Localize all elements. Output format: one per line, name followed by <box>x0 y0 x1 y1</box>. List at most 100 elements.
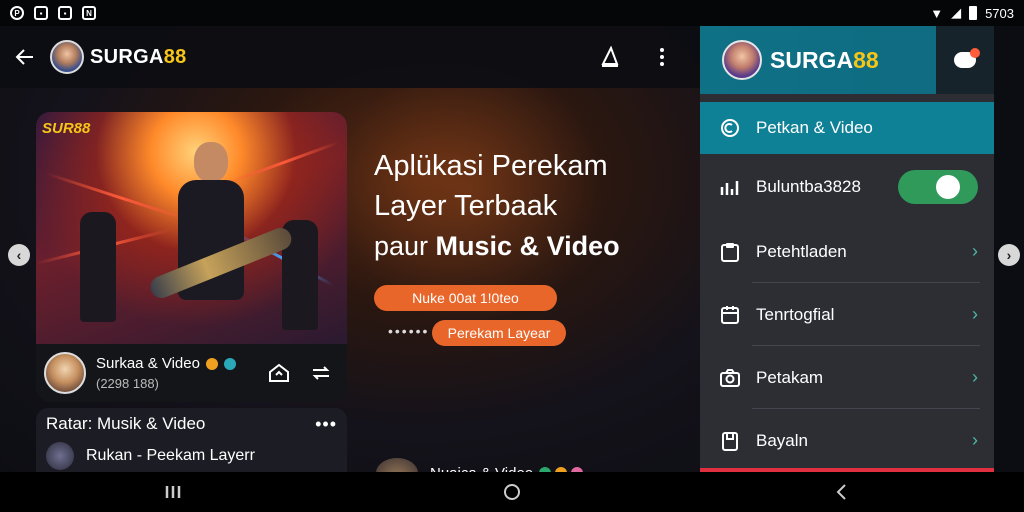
chevron-right-icon: › <box>972 304 978 324</box>
headline-bold: Music & Video <box>435 231 620 261</box>
list-item-label: Rukan - Peekam Layerr <box>86 447 255 464</box>
calendar-icon <box>718 303 742 327</box>
home-button[interactable] <box>502 482 522 502</box>
brand-title: SURGA88 <box>90 46 187 69</box>
repeat-icon <box>312 366 330 380</box>
side-panel-avatar <box>722 40 762 80</box>
document-icon <box>718 429 742 453</box>
guitarist-head <box>194 142 228 182</box>
secondary-chip-button[interactable]: Perekam Layear <box>432 320 566 346</box>
sidebar-item-label: Petakam <box>756 367 824 387</box>
headline-line-3: paur Music & Video <box>374 226 684 266</box>
circle-c-icon <box>718 116 742 140</box>
chevron-right-icon: › <box>972 241 978 261</box>
side-panel-header: SURGA88 <box>700 26 994 94</box>
appbar-actions <box>598 45 674 69</box>
p-circle-icon: P <box>10 6 24 20</box>
side-panel-brand-main: SURGA <box>770 46 854 73</box>
home-circle-icon <box>504 484 520 500</box>
creator-avatar[interactable] <box>44 352 86 394</box>
hero-meta: Surkaa & Video (2298 188) <box>36 344 347 402</box>
primary-chip-button[interactable]: Nuke 00at 1!0teo <box>374 285 557 311</box>
signal-icon: ◢ <box>951 5 962 20</box>
chevron-right-icon: › <box>972 430 978 450</box>
meta-title-text: Surkaa & Video <box>96 355 200 372</box>
chevron-left-icon <box>836 484 846 500</box>
chevron-right-icon: › <box>1006 247 1012 263</box>
carousel-next-button[interactable]: › <box>998 244 1020 266</box>
arrow-left-icon <box>15 49 33 65</box>
status-left-icons: P ▪ ▪ N <box>10 6 96 20</box>
cloud-icon <box>954 48 980 68</box>
hero-card[interactable]: SUR88 Surkaa & Video (2298 188) <box>36 112 347 402</box>
recent-apps-button[interactable] <box>164 482 182 502</box>
wifi-icon: ▼ <box>930 5 944 21</box>
meta-subtitle: (2298 188) <box>96 376 159 391</box>
repeat-button[interactable] <box>309 361 333 385</box>
guitarist-figure <box>147 142 295 342</box>
hero-tag: SUR88 <box>42 120 91 137</box>
sidebar-item-petakam[interactable]: Petakam › <box>700 346 994 409</box>
status-right: ▼ ◢ 5703 <box>930 5 1014 21</box>
status-time: 5703 <box>985 5 1014 21</box>
share-button[interactable] <box>598 45 622 69</box>
list-card-header: Ratar: Musik & Video ••• <box>36 408 347 440</box>
sidebar-item-bayaln[interactable]: Bayaln › <box>700 409 994 472</box>
teal-badge-icon <box>223 357 236 370</box>
list-item-avatar <box>46 442 74 470</box>
sidebar-item-label: Petkan & Video <box>756 118 873 137</box>
chevron-right-icon: › <box>972 367 978 387</box>
sidebar-item-petehtladen[interactable]: Petehtladen › <box>700 220 994 283</box>
list-card: Ratar: Musik & Video ••• Rukan - Peekam … <box>36 408 347 472</box>
feature-toggle-switch[interactable] <box>898 170 978 204</box>
app-bar: SURGA88 <box>0 26 700 88</box>
recent-apps-icon <box>165 486 181 498</box>
side-panel-brand: SURGA88 <box>770 47 879 74</box>
more-options-button[interactable] <box>650 45 674 69</box>
side-panel-brand-accent: 88 <box>853 46 879 73</box>
home-icon <box>269 363 289 382</box>
status-bar: P ▪ ▪ N ▼ ◢ 5703 <box>0 0 1024 26</box>
sidebar-item-label: Buluntba3828 <box>756 177 861 196</box>
meta-actions <box>267 361 333 385</box>
bar-chart-icon <box>718 175 742 199</box>
brand-avatar <box>50 40 84 74</box>
chip-dots: •••••• <box>388 323 430 339</box>
list-card-title: Ratar: Musik & Video <box>46 414 206 433</box>
brand-main: SURGA <box>90 45 164 68</box>
kebab-menu-icon <box>660 48 664 66</box>
side-panel: SURGA88 Petkan & Video Buluntba3828 Pete… <box>700 26 994 472</box>
home-share-button[interactable] <box>267 361 291 385</box>
meta-text: Surkaa & Video (2298 188) <box>96 355 236 391</box>
carousel-prev-button[interactable]: ‹ <box>8 244 30 266</box>
sidebar-item-tenrtogfial[interactable]: Tenrtogfial › <box>700 283 994 346</box>
meta-title: Surkaa & Video <box>96 355 236 372</box>
back-button[interactable] <box>12 44 38 70</box>
more-dots-button[interactable]: ••• <box>315 414 337 435</box>
sail-icon <box>601 46 619 67</box>
toggle-knob <box>936 175 960 199</box>
sidebar-item-toggle: Buluntba3828 <box>700 154 994 220</box>
headline: Aplükasi Perekam Layer Terbaak paur Musi… <box>374 146 684 266</box>
gold-badge-icon <box>205 357 218 370</box>
camera-icon <box>718 366 742 390</box>
chevron-left-icon: ‹ <box>16 247 22 263</box>
headline-line-2: Layer Terbaak <box>374 190 558 222</box>
band-member-left <box>80 212 116 322</box>
clipboard-icon <box>718 240 742 264</box>
sidebar-item-petkan-video[interactable]: Petkan & Video <box>700 102 994 154</box>
battery-icon <box>969 6 978 20</box>
side-panel-action-button[interactable] <box>936 26 994 94</box>
sidebar-item-label: Tenrtogfial <box>756 304 835 324</box>
headline-line-1: Aplükasi Perekam <box>374 150 608 182</box>
notification-icon: ▪ <box>58 6 72 20</box>
photo-icon: ▪ <box>34 6 48 20</box>
brand-accent: 88 <box>163 45 187 68</box>
system-back-button[interactable] <box>834 482 848 502</box>
list-item[interactable]: Rukan - Peekam Layerr <box>36 440 347 472</box>
hero-image: SUR88 <box>36 112 347 344</box>
app-n-icon: N <box>82 6 96 20</box>
system-nav-bar <box>0 472 1024 512</box>
sidebar-item-label: Bayaln <box>756 430 808 450</box>
headline-prefix: paur <box>374 231 436 261</box>
